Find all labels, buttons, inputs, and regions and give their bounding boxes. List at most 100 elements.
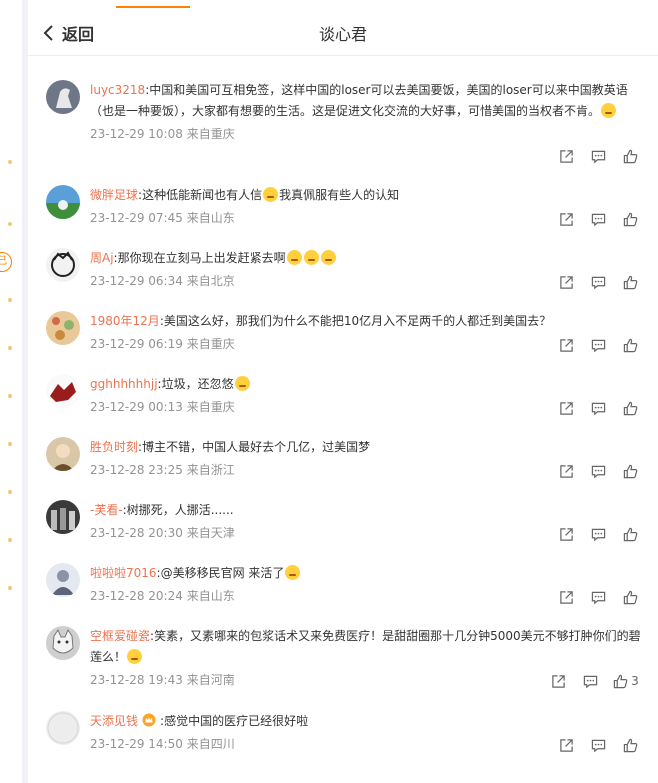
comment-time: 23-12-29 00:13 [90, 400, 183, 414]
comment-username[interactable]: 胜负时刻 [90, 440, 138, 454]
share-button[interactable] [550, 399, 582, 417]
comment-username[interactable]: 周Aj [90, 251, 114, 265]
share-button[interactable] [550, 273, 582, 291]
share-icon [559, 401, 573, 415]
comment-actions [550, 210, 646, 228]
avatar[interactable] [46, 437, 80, 471]
comment-content: 中国和美国可互相免签，这样中国的loser可以去美国要饭，美国的loser可以来… [90, 83, 628, 118]
avatar[interactable] [46, 185, 80, 219]
comment-location: 来自浙江 [186, 463, 235, 477]
comment-location: 来自重庆 [186, 337, 235, 351]
sidebar-dot [8, 160, 12, 164]
share-icon [559, 212, 573, 226]
like-icon [623, 464, 637, 478]
like-button[interactable] [614, 273, 646, 291]
comment-button[interactable] [582, 525, 614, 543]
like-icon [623, 401, 637, 415]
comment-time: 23-12-29 06:34 [90, 274, 183, 288]
comment-username[interactable]: 空框爱碰瓷 [90, 629, 150, 643]
comment-icon [591, 213, 605, 226]
comment-time: 23-12-29 10:08 [90, 127, 183, 141]
avatar[interactable] [46, 500, 80, 534]
comment-username[interactable]: 天添见钱 [90, 714, 138, 728]
sidebar-dot [8, 538, 12, 542]
comment-location: 来自山东 [186, 589, 235, 603]
share-button[interactable] [550, 462, 582, 480]
like-button[interactable]: 3 [606, 672, 646, 690]
like-button[interactable] [614, 462, 646, 480]
like-icon [623, 590, 637, 604]
avatar[interactable] [46, 311, 80, 345]
comment-text: 1980年12月:美国这么好，那我们为什么不能把10亿月入不足两千的人都迁到美国… [90, 314, 552, 328]
comment-button[interactable] [582, 273, 614, 291]
comment-meta: 23-12-29 10:08 来自重庆 [90, 125, 644, 143]
comment-button[interactable] [582, 736, 614, 754]
share-icon [559, 527, 573, 541]
avatar[interactable] [46, 711, 80, 745]
sidebar-badge[interactable]: 己 [0, 252, 12, 272]
comment-text: 天添见钱:感觉中国的医疗已经很好啦 [90, 713, 309, 728]
like-button[interactable] [614, 588, 646, 606]
comment-content-cont: 我真佩服有些人的认知 [279, 188, 400, 202]
comment-icon [591, 402, 605, 415]
avatar[interactable] [46, 626, 80, 660]
comment-button[interactable] [582, 147, 614, 165]
share-button[interactable] [542, 672, 574, 690]
emoji-icon [263, 187, 279, 202]
comment-time: 23-12-28 19:43 [90, 673, 183, 687]
like-button[interactable] [614, 525, 646, 543]
comment-username[interactable]: 微胖足球 [90, 188, 138, 202]
share-button[interactable] [550, 210, 582, 228]
comment-location: 来自北京 [186, 274, 235, 288]
comment-username[interactable]: -芙看- [90, 503, 123, 517]
comment-button[interactable] [574, 672, 606, 690]
crown-badge-icon [142, 713, 156, 727]
avatar[interactable] [46, 563, 80, 597]
comment-actions [550, 588, 646, 606]
share-button[interactable] [550, 147, 582, 165]
comment-time: 23-12-28 23:25 [90, 463, 183, 477]
comment-username[interactable]: luyc3218 [90, 83, 145, 97]
comment-icon [583, 675, 597, 688]
share-button[interactable] [550, 736, 582, 754]
comment-button[interactable] [582, 210, 614, 228]
like-button[interactable] [614, 399, 646, 417]
like-icon [613, 674, 628, 688]
comment-button[interactable] [582, 462, 614, 480]
share-button[interactable] [550, 588, 582, 606]
comment-actions: 3 [542, 672, 646, 690]
comment-icon [591, 739, 605, 752]
emoji-icon [234, 376, 250, 391]
comment-username[interactable]: 1980年12月 [90, 314, 160, 328]
comment-location: 来自重庆 [186, 400, 235, 414]
comment-username[interactable]: 啦啦啦7016 [90, 566, 157, 580]
like-button[interactable] [614, 736, 646, 754]
share-icon [559, 149, 573, 163]
comment-location: 来自天津 [186, 526, 235, 540]
share-button[interactable] [550, 336, 582, 354]
comment-content: 博主不错，中国人最好去个几亿，过美国梦 [142, 440, 371, 454]
avatar[interactable] [46, 248, 80, 282]
comment-button[interactable] [582, 336, 614, 354]
like-button[interactable] [614, 336, 646, 354]
comment-button[interactable] [582, 399, 614, 417]
avatar[interactable] [46, 374, 80, 408]
comment-location: 来自河南 [186, 673, 235, 687]
left-sidebar-strip: 己 [0, 0, 22, 783]
comment-actions [550, 336, 646, 354]
comment-text: 空框爱碰瓷:笑素，又素哪来的包浆话术又来免费医疗！是甜甜圈那十几分钟5000美元… [90, 629, 641, 664]
avatar[interactable] [46, 80, 80, 114]
comment-text: -芙看-:树挪死，人挪活...... [90, 503, 234, 517]
like-button[interactable] [614, 210, 646, 228]
comment-panel: 返回 谈心君 luyc3218:中国和美国可互相免签，这样中国的loser可以去… [28, 0, 658, 783]
comment-location: 来自重庆 [186, 127, 235, 141]
comment-text: 微胖足球:这种低能新闻也有人信 我真佩服有些人的认知 [90, 187, 400, 202]
share-button[interactable] [550, 525, 582, 543]
sidebar-dot [8, 394, 12, 398]
comment-time: 23-12-28 20:30 [90, 526, 183, 540]
tab-indicator [116, 6, 190, 8]
comment-username[interactable]: gghhhhhhjj [90, 377, 158, 391]
like-button[interactable] [614, 147, 646, 165]
comment-button[interactable] [582, 588, 614, 606]
comment-text: gghhhhhhjj:垃圾，还忽悠 [90, 374, 644, 395]
